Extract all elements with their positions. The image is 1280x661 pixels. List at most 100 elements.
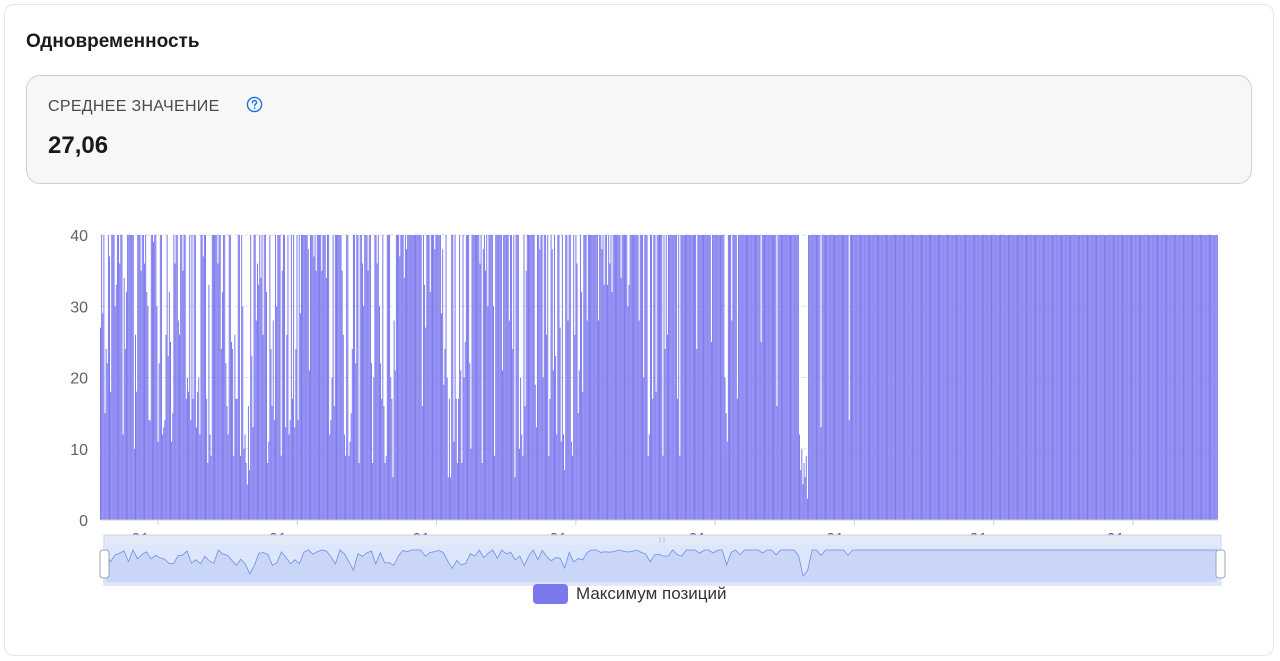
bar[interactable] (221, 292, 223, 520)
bar[interactable] (524, 406, 526, 520)
bar[interactable] (360, 235, 362, 520)
bar[interactable] (564, 470, 566, 521)
bar[interactable] (759, 235, 761, 520)
bar[interactable] (154, 235, 156, 520)
bar[interactable] (821, 235, 823, 520)
bar[interactable] (500, 235, 502, 520)
bar[interactable] (192, 398, 194, 521)
bar[interactable] (148, 420, 150, 520)
bar[interactable] (411, 235, 413, 520)
bar[interactable] (880, 235, 882, 520)
zoom-slider[interactable] (99, 534, 1226, 586)
bar[interactable] (1064, 235, 1066, 520)
bar[interactable] (715, 235, 717, 520)
bar[interactable] (113, 235, 115, 520)
bar[interactable] (448, 398, 450, 521)
bar[interactable] (1134, 235, 1136, 520)
bar[interactable] (675, 235, 677, 520)
bar[interactable] (735, 235, 737, 520)
bar[interactable] (826, 235, 828, 520)
bar[interactable] (1022, 235, 1024, 520)
bar[interactable] (275, 235, 277, 520)
bar[interactable] (1178, 235, 1180, 520)
bar[interactable] (590, 235, 592, 520)
bar[interactable] (447, 477, 449, 520)
bar[interactable] (937, 235, 939, 520)
bar[interactable] (1117, 235, 1119, 520)
bar[interactable] (1199, 235, 1201, 520)
bar[interactable] (547, 235, 549, 520)
bar[interactable] (522, 455, 524, 521)
bar[interactable] (1198, 235, 1200, 520)
bar[interactable] (165, 334, 167, 520)
bar[interactable] (980, 235, 982, 520)
bar[interactable] (216, 235, 218, 520)
bar[interactable] (168, 292, 170, 520)
bar[interactable] (261, 235, 263, 520)
bar[interactable] (577, 413, 579, 521)
bar[interactable] (244, 434, 246, 521)
bar[interactable] (103, 235, 105, 520)
bar[interactable] (175, 235, 177, 520)
bar[interactable] (626, 235, 628, 520)
bar[interactable] (733, 235, 735, 520)
bar[interactable] (1006, 235, 1008, 520)
bar[interactable] (446, 377, 448, 521)
bar[interactable] (661, 235, 663, 520)
bar[interactable] (670, 235, 672, 520)
bar[interactable] (336, 235, 337, 520)
bar[interactable] (841, 235, 843, 520)
bar[interactable] (1067, 235, 1069, 520)
bar[interactable] (376, 263, 378, 521)
bar[interactable] (966, 235, 968, 520)
bar[interactable] (659, 235, 660, 520)
bar[interactable] (136, 391, 138, 520)
bar[interactable] (525, 270, 527, 521)
bar[interactable] (530, 235, 532, 520)
bar[interactable] (644, 235, 646, 520)
bar[interactable] (129, 235, 131, 520)
bar[interactable] (128, 235, 130, 520)
bar[interactable] (578, 370, 580, 521)
bar[interactable] (795, 235, 797, 520)
bar[interactable] (553, 235, 555, 520)
bar[interactable] (455, 398, 457, 521)
bar[interactable] (515, 235, 517, 520)
bar[interactable] (325, 277, 327, 520)
bar[interactable] (118, 235, 120, 520)
bar[interactable] (191, 235, 193, 520)
bar[interactable] (612, 235, 614, 520)
bar[interactable] (372, 463, 374, 520)
bar[interactable] (1172, 235, 1174, 520)
bar[interactable] (882, 235, 884, 520)
bar[interactable] (471, 235, 473, 520)
bar[interactable] (997, 235, 999, 520)
bar[interactable] (267, 463, 269, 520)
bar[interactable] (264, 235, 266, 520)
bar[interactable] (989, 235, 991, 520)
bar[interactable] (1030, 235, 1032, 520)
bar[interactable] (345, 455, 347, 521)
bar[interactable] (785, 235, 787, 520)
bar[interactable] (831, 235, 833, 520)
bar[interactable] (783, 235, 785, 520)
bar[interactable] (574, 334, 576, 520)
bar[interactable] (822, 235, 824, 520)
bar[interactable] (591, 235, 593, 520)
bar[interactable] (703, 235, 705, 520)
bar[interactable] (151, 235, 153, 520)
bar[interactable] (984, 235, 986, 520)
bar[interactable] (611, 292, 613, 520)
bar[interactable] (279, 235, 281, 520)
bar[interactable] (385, 455, 387, 521)
bar[interactable] (861, 235, 863, 520)
bar[interactable] (150, 235, 152, 520)
bar[interactable] (902, 235, 904, 520)
bar[interactable] (1026, 235, 1027, 520)
bar[interactable] (1085, 235, 1087, 520)
bar[interactable] (268, 441, 270, 521)
bar[interactable] (354, 235, 356, 520)
bar[interactable] (923, 235, 925, 520)
bar[interactable] (619, 235, 621, 520)
bar[interactable] (967, 235, 969, 520)
